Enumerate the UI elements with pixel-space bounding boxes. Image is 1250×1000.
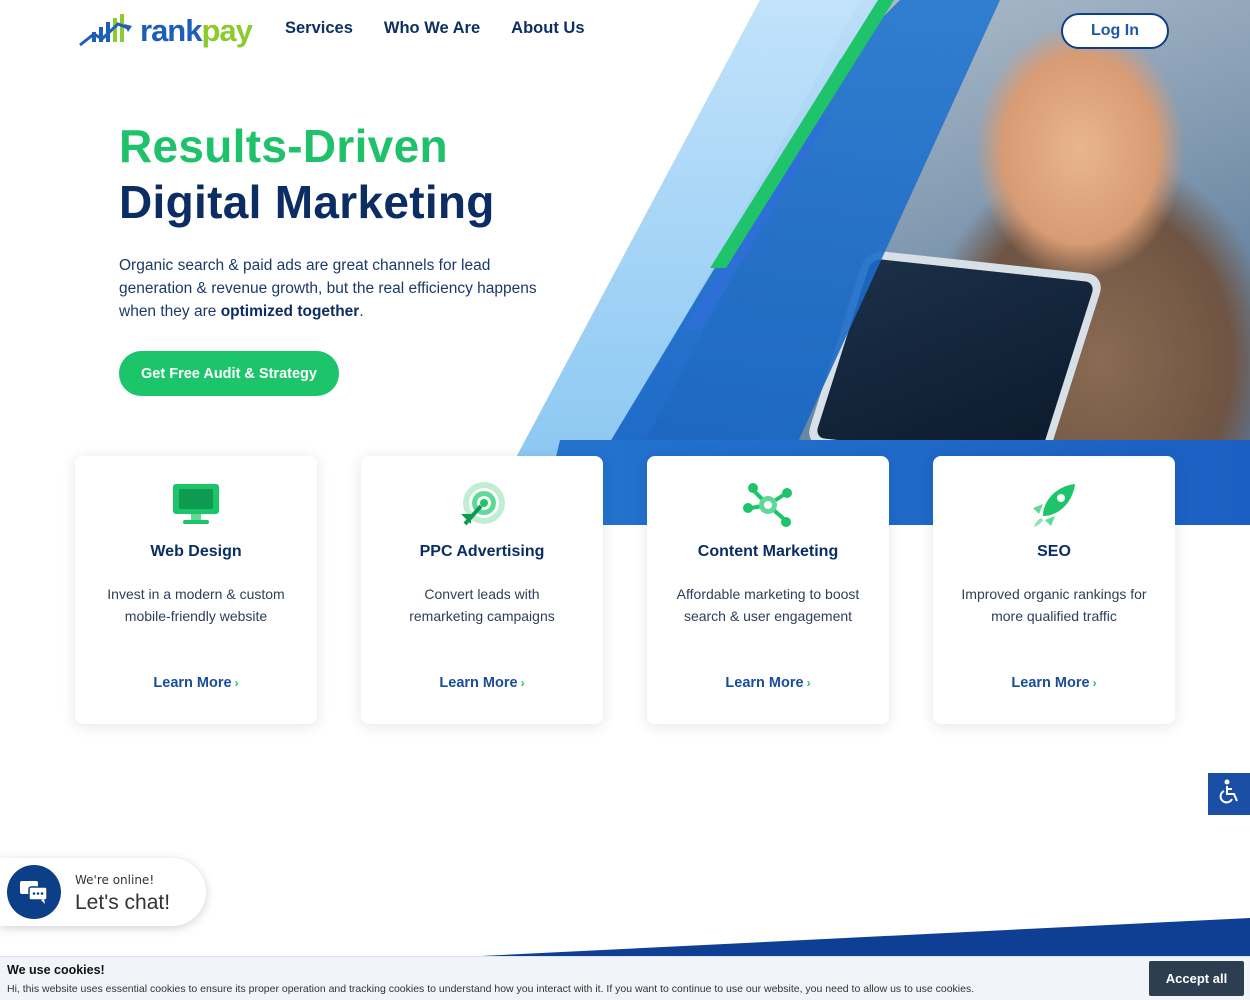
- learn-more-link[interactable]: Learn More ›: [361, 675, 603, 691]
- main-nav: Services Who We Are About Us: [285, 19, 585, 38]
- hero-content: Results-Driven Digital Marketing Organic…: [119, 120, 559, 323]
- learn-more-link[interactable]: Learn More ›: [75, 675, 317, 691]
- target-icon: [457, 480, 507, 530]
- cookie-banner: We use cookies! Hi, this website uses es…: [0, 956, 1250, 1000]
- chat-status: We're online!: [75, 873, 155, 887]
- chat-widget[interactable]: We're online! Let's chat!: [0, 858, 206, 926]
- nav-who-we-are[interactable]: Who We Are: [384, 19, 480, 38]
- card-title: Content Marketing: [697, 543, 839, 560]
- chevron-right-icon: ›: [234, 676, 239, 690]
- login-button[interactable]: Log In: [1061, 13, 1169, 49]
- logo-bars-icon: [78, 12, 140, 48]
- chat-bubbles-icon: [7, 865, 61, 919]
- chevron-right-icon: ›: [1092, 676, 1097, 690]
- card-title: PPC Advertising: [419, 543, 545, 560]
- service-card-web-design[interactable]: Web Design Invest in a modern & custom m…: [75, 456, 317, 724]
- hero-title-line1: Results-Driven: [119, 120, 448, 172]
- chevron-right-icon: ›: [806, 676, 811, 690]
- chevron-right-icon: ›: [520, 676, 525, 690]
- get-free-audit-button[interactable]: Get Free Audit & Strategy: [119, 351, 339, 396]
- logo-text: rankpay: [140, 13, 253, 48]
- hero-description-bold: optimized together: [220, 303, 360, 320]
- service-card-ppc[interactable]: PPC Advertising Convert leads with remar…: [361, 456, 603, 724]
- learn-more-link[interactable]: Learn More ›: [647, 675, 889, 691]
- hero-title-line2: Digital Marketing: [119, 176, 495, 228]
- service-card-seo[interactable]: SEO Improved organic rankings for more q…: [933, 456, 1175, 724]
- cookie-text: Hi, this website uses essential cookies …: [7, 983, 975, 995]
- nav-services[interactable]: Services: [285, 19, 353, 38]
- service-card-content-marketing[interactable]: Content Marketing Affordable marketing t…: [647, 456, 889, 724]
- network-icon: [743, 480, 793, 530]
- card-title: Web Design: [150, 543, 242, 560]
- site-header: rankpay Services Who We Are About Us Log…: [0, 0, 1250, 62]
- monitor-icon: [171, 480, 221, 530]
- hero-description: Organic search & paid ads are great chan…: [119, 257, 537, 320]
- accept-all-button[interactable]: Accept all: [1149, 961, 1244, 996]
- card-description: Invest in a modern & custom mobile-frien…: [107, 586, 285, 624]
- accessibility-button[interactable]: [1208, 773, 1250, 815]
- card-description: Convert leads with remarketing campaigns: [409, 586, 555, 624]
- card-description: Affordable marketing to boost search & u…: [676, 586, 860, 624]
- card-title: SEO: [1037, 543, 1071, 560]
- rankpay-logo[interactable]: rankpay: [78, 12, 253, 48]
- rocket-icon: [1029, 480, 1079, 530]
- cookie-title: We use cookies!: [7, 963, 105, 977]
- nav-about-us[interactable]: About Us: [511, 19, 584, 38]
- card-description: Improved organic rankings for more quali…: [961, 586, 1147, 624]
- learn-more-link[interactable]: Learn More ›: [933, 675, 1175, 691]
- chat-prompt: Let's chat!: [75, 891, 171, 914]
- wheelchair-icon: [1217, 779, 1241, 810]
